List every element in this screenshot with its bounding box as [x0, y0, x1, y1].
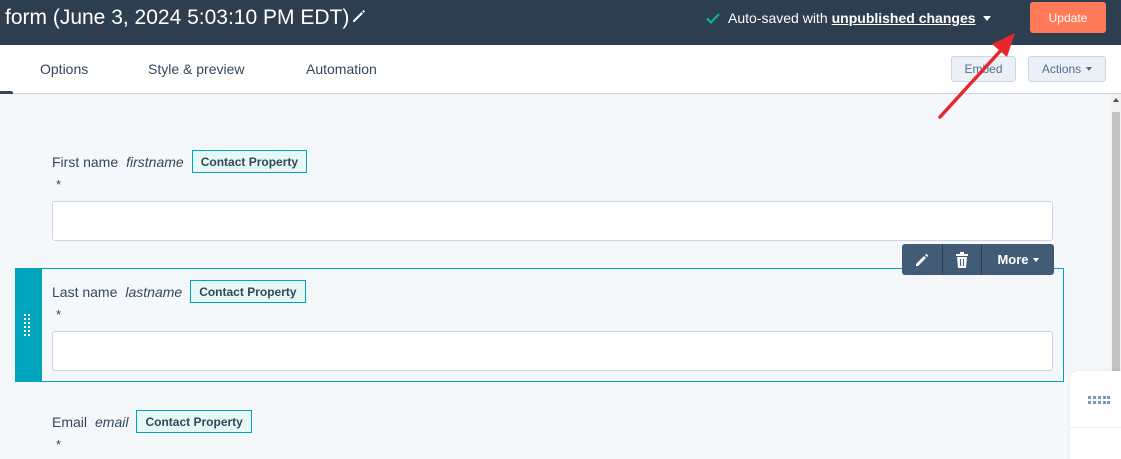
more-label: More	[997, 252, 1029, 267]
embed-button[interactable]: Embed	[951, 56, 1016, 82]
unpublished-changes-link[interactable]: unpublished changes	[832, 10, 976, 26]
required-mark: *	[56, 177, 62, 192]
field-property-name: firstname	[126, 153, 184, 170]
actions-button[interactable]: Actions	[1028, 56, 1106, 82]
field-toolbar: More	[902, 244, 1054, 275]
caret-down-icon	[1086, 67, 1093, 71]
contact-property-badge: Contact Property	[191, 150, 308, 173]
field-label: First name	[52, 153, 119, 170]
actions-label: Actions	[1041, 62, 1082, 76]
update-button[interactable]: Update	[1030, 2, 1106, 33]
autosave-status[interactable]: Auto-saved with unpublished changes	[705, 9, 991, 27]
field-label: Last name	[52, 283, 118, 300]
tab-style-preview[interactable]: Style & preview	[148, 61, 244, 77]
autosave-text: Auto-saved with	[728, 10, 828, 26]
pencil-icon	[916, 253, 929, 266]
lastname-input[interactable]	[52, 331, 1053, 371]
contact-property-badge: Contact Property	[136, 410, 252, 433]
edit-title-icon[interactable]	[350, 7, 368, 25]
field-header-firstname: First name firstname Contact Property	[52, 150, 308, 173]
firstname-input[interactable]	[52, 201, 1053, 241]
form-title: form (June 3, 2024 5:03:10 PM EDT)	[5, 6, 350, 29]
delete-field-button[interactable]	[943, 244, 981, 275]
required-mark: *	[56, 437, 62, 452]
contact-property-badge: Contact Property	[190, 280, 306, 303]
tab-options[interactable]: Options	[40, 61, 88, 77]
trash-icon	[956, 251, 968, 268]
required-mark: *	[56, 307, 62, 322]
active-tab-indicator	[0, 91, 13, 94]
embed-label: Embed	[964, 62, 1003, 76]
scroll-up-icon[interactable]	[1113, 98, 1119, 102]
caret-down-icon	[1032, 257, 1039, 262]
field-property-name: email	[95, 413, 129, 430]
check-icon	[706, 13, 720, 24]
side-panel	[1070, 371, 1121, 459]
tab-bar: Options Style & preview Automation Embed…	[0, 45, 1121, 94]
grid-icon[interactable]	[1088, 396, 1110, 405]
edit-field-button[interactable]	[902, 244, 942, 275]
tab-automation[interactable]: Automation	[306, 61, 377, 77]
field-header-lastname: Last name lastname Contact Property	[52, 280, 306, 303]
field-property-name: lastname	[125, 283, 183, 300]
more-button[interactable]: More	[982, 244, 1054, 275]
field-header-email: Email email Contact Property	[52, 410, 252, 433]
side-panel-divider	[1070, 427, 1121, 428]
field-label: Email	[52, 413, 88, 430]
caret-down-icon[interactable]	[982, 15, 991, 21]
drag-handle-icon[interactable]	[24, 314, 32, 336]
